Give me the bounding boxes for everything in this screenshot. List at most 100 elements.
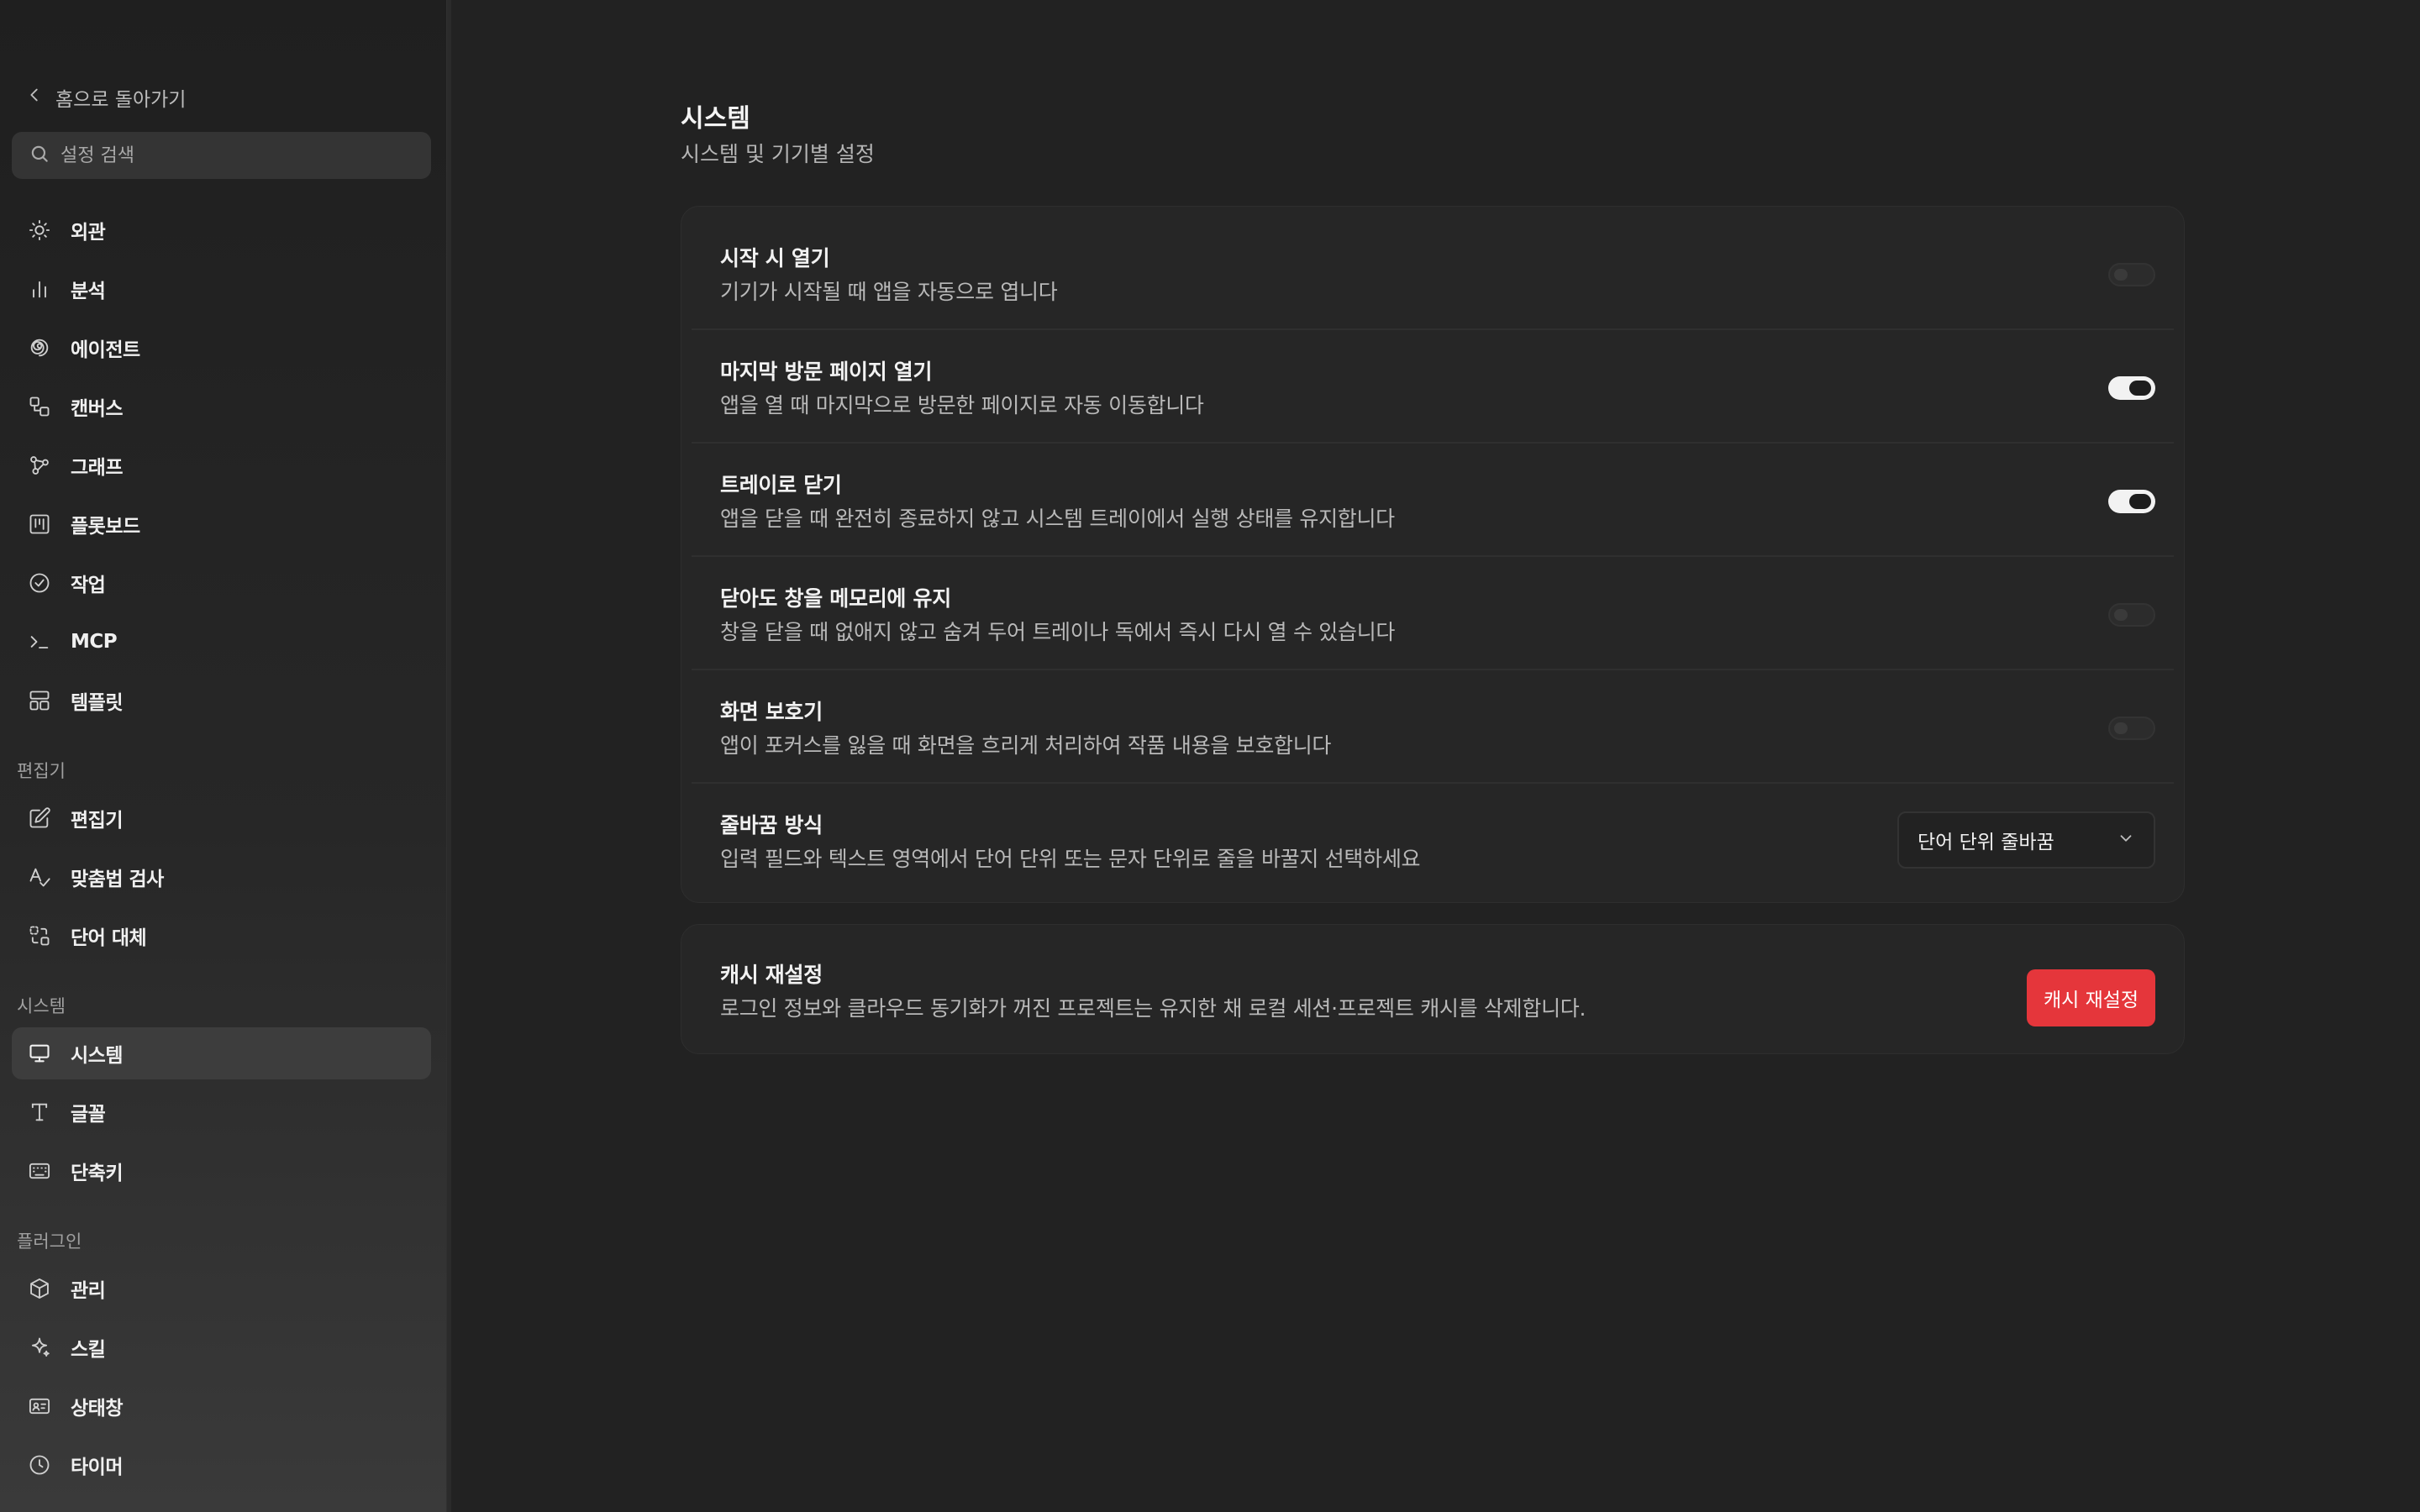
setting-open-last-page: 마지막 방문 페이지 열기 앱을 열 때 마지막으로 방문한 페이지로 자동 이… [692, 330, 2174, 444]
sidebar-item-label: 템플릿 [71, 692, 123, 714]
screen-protection-toggle[interactable] [2108, 717, 2155, 740]
sidebar-item-graph[interactable]: 그래프 [12, 439, 431, 491]
sidebar-item-agent[interactable]: 에이전트 [12, 322, 431, 374]
sidebar-item-label: 타이머 [71, 1457, 123, 1478]
sidebar-item-label: 편집기 [71, 810, 123, 832]
sidebar-item-label: MCP [71, 631, 118, 653]
sparkle-icon [27, 1335, 52, 1360]
setting-screen-protection: 화면 보호기 앱이 포커스를 잃을 때 화면을 흐리게 처리하여 작품 내용을 … [692, 670, 2174, 784]
check-circle-icon [27, 570, 52, 596]
sidebar-item-plotboard[interactable]: 플롯보드 [12, 498, 431, 550]
search-input[interactable] [60, 144, 413, 166]
sidebar-item-label: 그래프 [71, 457, 123, 479]
edit-icon [27, 806, 52, 831]
sidebar-item-canvas[interactable]: 캔버스 [12, 381, 431, 433]
line-wrap-selected-value: 단어 단위 줄바꿈 [1918, 832, 2054, 853]
sidebar-item-statusbar[interactable]: 상태창 [12, 1380, 431, 1432]
toggle-knob [2114, 722, 2128, 734]
sidebar-item-templates[interactable]: 템플릿 [12, 675, 431, 727]
sidebar-item-shortcuts[interactable]: 단축키 [12, 1145, 431, 1197]
page-title: 시스템 [681, 104, 750, 134]
setting-keep-window-in-memory: 닫아도 창을 메모리에 유지 창을 닫을 때 없애지 않고 숨겨 두어 트레이나… [692, 557, 2174, 670]
spiral-icon [27, 335, 52, 360]
sun-icon [27, 218, 52, 243]
open-on-startup-toggle[interactable] [2108, 263, 2155, 286]
search-icon [29, 143, 50, 168]
template-icon [27, 688, 52, 713]
toggle-knob [2114, 269, 2128, 281]
setting-description: 앱을 닫을 때 완전히 종료하지 않고 시스템 트레이에서 실행 상태를 유지합… [720, 507, 1395, 531]
toggle-knob [2129, 381, 2151, 396]
board-icon [27, 512, 52, 537]
setting-title: 닫아도 창을 메모리에 유지 [720, 586, 951, 611]
toggle-knob [2129, 494, 2151, 509]
sidebar-item-label: 스킬 [71, 1339, 106, 1361]
back-label: 홈으로 돌아가기 [55, 89, 187, 111]
keyboard-icon [27, 1158, 52, 1184]
sidebar-item-label: 상태창 [71, 1398, 123, 1420]
sidebar-item-label: 캔버스 [71, 398, 123, 420]
chevron-left-icon [25, 86, 44, 109]
cache-card: 캐시 재설정 로그인 정보와 클라우드 동기화가 꺼진 프로젝트는 유지한 채 … [681, 924, 2185, 1054]
sidebar-item-mcp[interactable]: MCP [12, 616, 431, 668]
chevron-down-icon [2117, 829, 2135, 851]
setting-description: 앱을 열 때 마지막으로 방문한 페이지로 자동 이동합니다 [720, 393, 1204, 417]
settings-search[interactable] [12, 132, 431, 179]
replace-icon [27, 923, 52, 948]
setting-title: 마지막 방문 페이지 열기 [720, 360, 933, 384]
sidebar-item-tasks[interactable]: 작업 [12, 557, 431, 609]
keep-window-in-memory-toggle[interactable] [2108, 603, 2155, 627]
sidebar: 홈으로 돌아가기 외관 분석 에이전트 캔버스 그래프 [0, 0, 446, 1512]
monitor-icon [27, 1041, 52, 1066]
sidebar-item-label: 시스템 [71, 1045, 123, 1067]
sidebar-item-system[interactable]: 시스템 [12, 1027, 431, 1079]
setting-title: 캐시 재설정 [720, 963, 823, 987]
setting-open-on-startup: 시작 시 열기 기기가 시작될 때 앱을 자동으로 엽니다 [692, 217, 2174, 330]
sidebar-item-fonts[interactable]: 글꼴 [12, 1086, 431, 1138]
terminal-icon [27, 629, 52, 654]
sidebar-item-plugin-manage[interactable]: 관리 [12, 1263, 431, 1315]
sidebar-item-spellcheck[interactable]: 맞춤법 검사 [12, 851, 431, 903]
line-wrap-select[interactable]: 단어 단위 줄바꿈 [1897, 811, 2155, 869]
setting-close-to-tray: 트레이로 닫기 앱을 닫을 때 완전히 종료하지 않고 시스템 트레이에서 실행… [692, 444, 2174, 557]
section-label-editor: 편집기 [17, 761, 66, 781]
sidebar-item-skills[interactable]: 스킬 [12, 1321, 431, 1373]
close-to-tray-toggle[interactable] [2108, 490, 2155, 513]
bar-chart-icon [27, 276, 52, 302]
sidebar-item-timer[interactable]: 타이머 [12, 1439, 431, 1491]
sidebar-item-label: 작업 [71, 575, 106, 596]
open-last-page-toggle[interactable] [2108, 376, 2155, 400]
setting-line-wrap: 줄바꿈 방식 입력 필드와 텍스트 영역에서 단어 단위 또는 문자 단위로 줄… [692, 784, 2174, 897]
setting-title: 시작 시 열기 [720, 246, 830, 270]
back-to-home-link[interactable]: 홈으로 돌아가기 [25, 82, 186, 113]
sidebar-item-editor[interactable]: 편집기 [12, 792, 431, 844]
setting-title: 화면 보호기 [720, 700, 823, 724]
toggle-knob [2114, 609, 2128, 621]
sidebar-item-label: 에이전트 [71, 339, 140, 361]
settings-window: 홈으로 돌아가기 외관 분석 에이전트 캔버스 그래프 [0, 0, 2420, 1512]
clock-icon [27, 1452, 52, 1478]
spellcheck-icon [27, 864, 52, 890]
sidebar-item-word-replace[interactable]: 단어 대체 [12, 910, 431, 962]
section-label-system: 시스템 [17, 996, 66, 1016]
sidebar-item-label: 글꼴 [71, 1104, 106, 1126]
sidebar-item-appearance[interactable]: 외관 [12, 204, 431, 256]
sidebar-item-label: 맞춤법 검사 [71, 869, 164, 890]
sidebar-item-label: 관리 [71, 1280, 106, 1302]
setting-title: 트레이로 닫기 [720, 473, 842, 497]
sidebar-item-analytics[interactable]: 분석 [12, 263, 431, 315]
section-label-plugins: 플러그인 [17, 1231, 82, 1252]
box-icon [27, 1276, 52, 1301]
sidebar-item-label: 분석 [71, 281, 106, 302]
setting-description: 앱이 포커스를 잃을 때 화면을 흐리게 처리하여 작품 내용을 보호합니다 [720, 733, 1332, 758]
graph-icon [27, 453, 52, 478]
setting-description: 로그인 정보와 클라우드 동기화가 꺼진 프로젝트는 유지한 채 로컬 세션·프… [720, 996, 1586, 1021]
cache-reset-button[interactable]: 캐시 재설정 [2027, 969, 2155, 1026]
setting-cache-reset: 캐시 재설정 로그인 정보와 클라우드 동기화가 꺼진 프로젝트는 유지한 채 … [692, 933, 2174, 1047]
sidebar-item-label: 단축키 [71, 1163, 123, 1184]
system-settings-card: 시작 시 열기 기기가 시작될 때 앱을 자동으로 엽니다 마지막 방문 페이지… [681, 206, 2185, 903]
setting-description: 기기가 시작될 때 앱을 자동으로 엽니다 [720, 280, 1058, 304]
type-icon [27, 1100, 52, 1125]
sidebar-divider[interactable] [446, 0, 451, 1512]
id-card-icon [27, 1394, 52, 1419]
